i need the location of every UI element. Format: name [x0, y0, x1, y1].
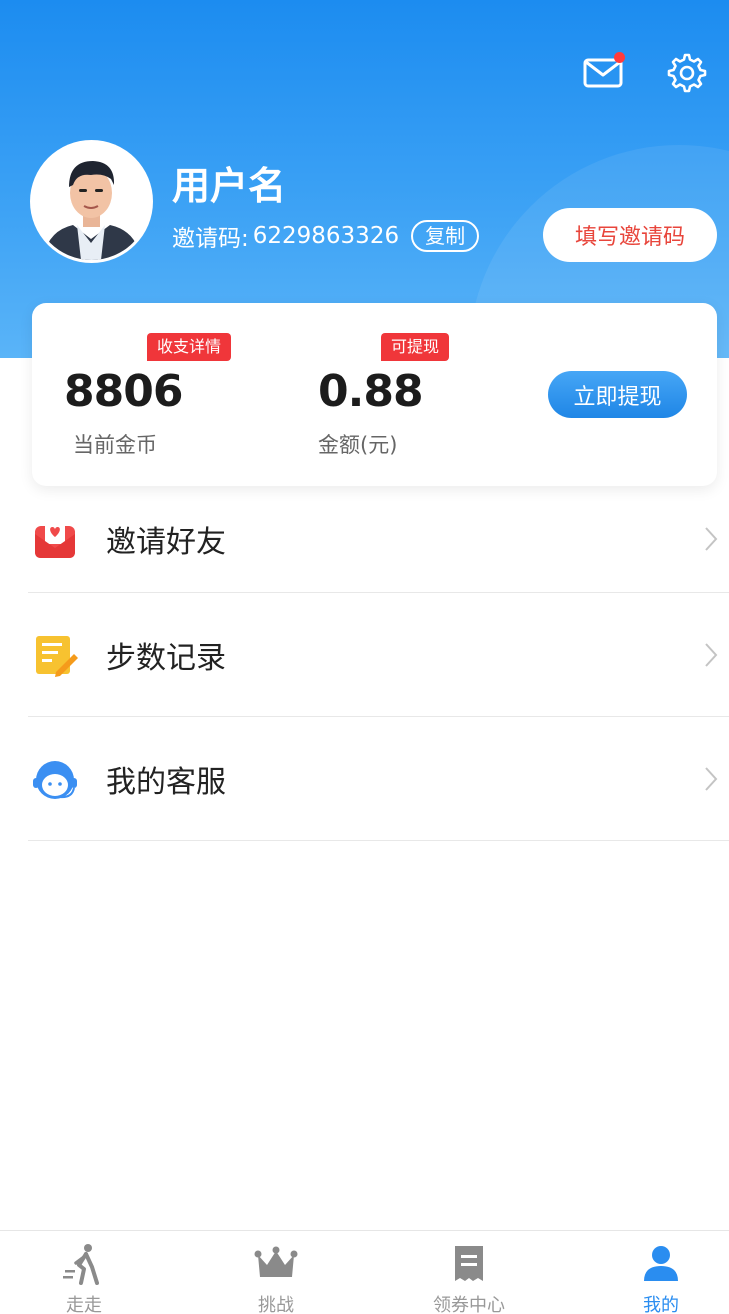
transaction-details-tag[interactable]: 收支详情	[147, 333, 232, 361]
withdraw-button[interactable]: 立即提现	[548, 371, 687, 418]
crown-icon	[254, 1243, 298, 1285]
menu-list: 邀请好友 步数记录 我的客服	[28, 486, 729, 841]
coins-value: 8806	[64, 366, 183, 417]
avatar[interactable]	[30, 140, 153, 263]
chevron-right-icon	[703, 642, 719, 668]
tab-coupon-center[interactable]: 领券中心	[409, 1231, 529, 1314]
withdrawable-tag: 可提现	[381, 333, 450, 361]
customer-service-icon	[32, 756, 78, 802]
invite-code-row: 邀请码: 6229863326 复制	[172, 220, 480, 252]
copy-button[interactable]: 复制	[411, 220, 480, 252]
gear-icon[interactable]	[666, 52, 708, 94]
invite-envelope-icon	[32, 516, 78, 562]
user-icon	[639, 1243, 683, 1285]
chevron-right-icon	[703, 766, 719, 792]
menu-item-customer-service[interactable]: 我的客服	[28, 717, 729, 841]
receipt-icon	[447, 1243, 491, 1285]
tab-label: 领券中心	[433, 1295, 505, 1314]
invite-code-label: 邀请码:	[172, 226, 249, 252]
tab-mine[interactable]: 我的	[601, 1231, 721, 1314]
menu-item-step-records[interactable]: 步数记录	[28, 593, 729, 717]
menu-item-label: 我的客服	[106, 764, 226, 800]
bottom-tab-bar: 走走 挑战 领券中心 我的	[0, 1230, 729, 1314]
tab-challenge[interactable]: 挑战	[216, 1231, 336, 1314]
amount-label: 金额(元)	[318, 433, 398, 457]
unread-badge	[614, 52, 625, 63]
notepad-icon	[32, 632, 78, 678]
amount-value: 0.88	[318, 366, 424, 417]
menu-item-label: 步数记录	[106, 640, 226, 676]
tab-label: 挑战	[258, 1295, 294, 1314]
menu-item-invite-friends[interactable]: 邀请好友	[28, 486, 729, 593]
username: 用户名	[172, 164, 287, 208]
tab-walk[interactable]: 走走	[24, 1231, 144, 1314]
tab-label: 走走	[66, 1295, 102, 1314]
walking-person-icon	[62, 1243, 106, 1285]
fill-invite-code-button[interactable]: 填写邀请码	[543, 208, 717, 262]
wallet-card: 收支详情 可提现 8806 当前金币 0.88 金额(元) 立即提现	[32, 303, 717, 486]
tab-label: 我的	[643, 1295, 679, 1314]
invite-code-value: 6229863326	[252, 223, 400, 249]
chevron-right-icon	[703, 526, 719, 552]
menu-item-label: 邀请好友	[106, 525, 226, 560]
coins-label: 当前金币	[73, 433, 157, 457]
